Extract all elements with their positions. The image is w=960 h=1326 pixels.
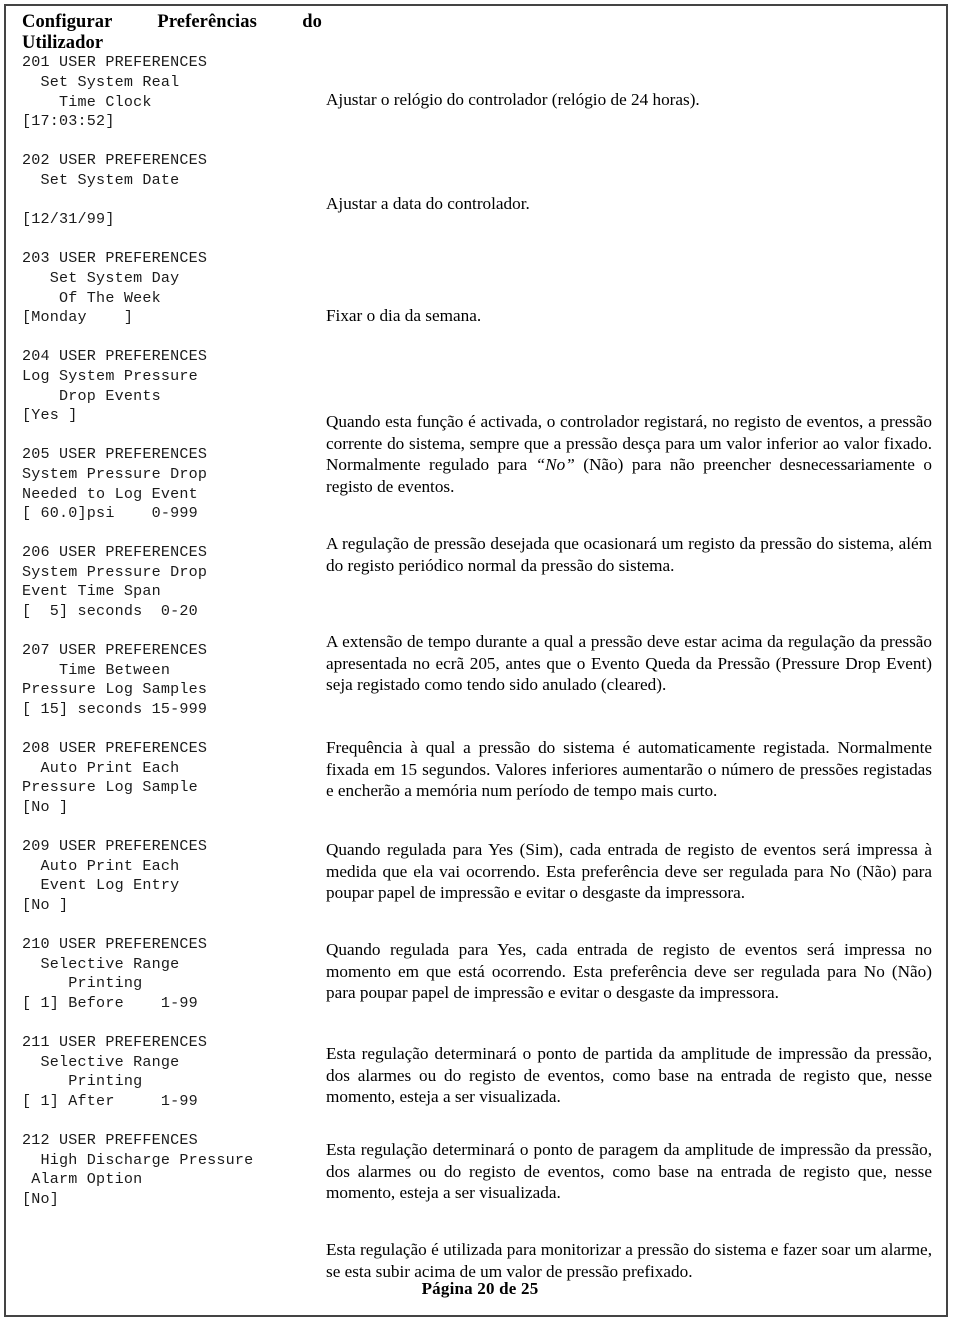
- page-heading-row: Configurar Preferências do Utilizador: [6, 6, 946, 53]
- description-202: Ajustar a data do controlador.: [326, 194, 530, 214]
- screen-block-202: 202 USER PREFERENCES Set System Date [12…: [22, 151, 208, 229]
- screen-block-201: 201 USER PREFERENCES Set System Real Tim…: [22, 53, 208, 131]
- table-body: 201 USER PREFERENCES Set System Real Tim…: [6, 53, 946, 1315]
- screen-block-208: 208 USER PREFERENCES Auto Print Each Pre…: [22, 739, 208, 816]
- screen-block-204: 204 USER PREFERENCES Log System Pressure…: [22, 347, 208, 425]
- description-208: Quando regulada para Yes (Sim), cada ent…: [326, 840, 932, 903]
- screen-block-209: 209 USER PREFERENCES Auto Print Each Eve…: [22, 837, 208, 914]
- description-206: A extensão de tempo durante a qual a pre…: [326, 632, 932, 695]
- screen-block-203: 203 USER PREFERENCES Set System Day Of T…: [22, 249, 208, 327]
- description-201: Ajustar o relógio do controlador (relógi…: [326, 90, 700, 110]
- screen-block-210: 210 USER PREFERENCES Selective Range Pri…: [22, 935, 208, 1012]
- description-209: Quando regulada para Yes, cada entrada d…: [326, 940, 932, 1003]
- screen-block-212: 212 USER PREFFENCES High Discharge Press…: [22, 1131, 254, 1208]
- screen-block-207: 207 USER PREFERENCES Time Between Pressu…: [22, 641, 208, 719]
- description-205: A regulação de pressão desejada que ocas…: [326, 534, 932, 575]
- page-number: Página 20 de 25: [421, 1279, 539, 1298]
- description-203: Fixar o dia da semana.: [326, 306, 482, 326]
- page-footer: Página 20 de 25: [0, 1279, 960, 1299]
- screen-block-206: 206 USER PREFERENCES System Pressure Dro…: [22, 543, 208, 621]
- preferences-table: Configurar Preferências do Utilizador 20…: [4, 4, 948, 1318]
- description-211: Esta regulação determinará o ponto de pa…: [326, 1140, 932, 1203]
- description-column: Ajustar o relógio do controlador (relógi…: [318, 53, 946, 1315]
- description-212: Esta regulação é utilizada para monitori…: [326, 1240, 932, 1281]
- screen-block-211: 211 USER PREFERENCES Selective Range Pri…: [22, 1033, 208, 1110]
- screen-listing: 201 USER PREFERENCES Set System Real Tim…: [22, 53, 314, 1209]
- description-204: Quando esta função é activada, o control…: [326, 412, 932, 496]
- description-207: Frequência à qual a pressão do sistema é…: [326, 738, 932, 801]
- description-210: Esta regulação determinará o ponto de pa…: [326, 1044, 932, 1107]
- description-listing: Ajustar o relógio do controlador (relógi…: [326, 53, 932, 1309]
- screen-block-205: 205 USER PREFERENCES System Pressure Dro…: [22, 445, 208, 523]
- page-title: Configurar Preferências do Utilizador: [22, 12, 322, 53]
- document-page: Configurar Preferências do Utilizador 20…: [0, 0, 960, 1326]
- screen-column: 201 USER PREFERENCES Set System Real Tim…: [6, 53, 318, 1215]
